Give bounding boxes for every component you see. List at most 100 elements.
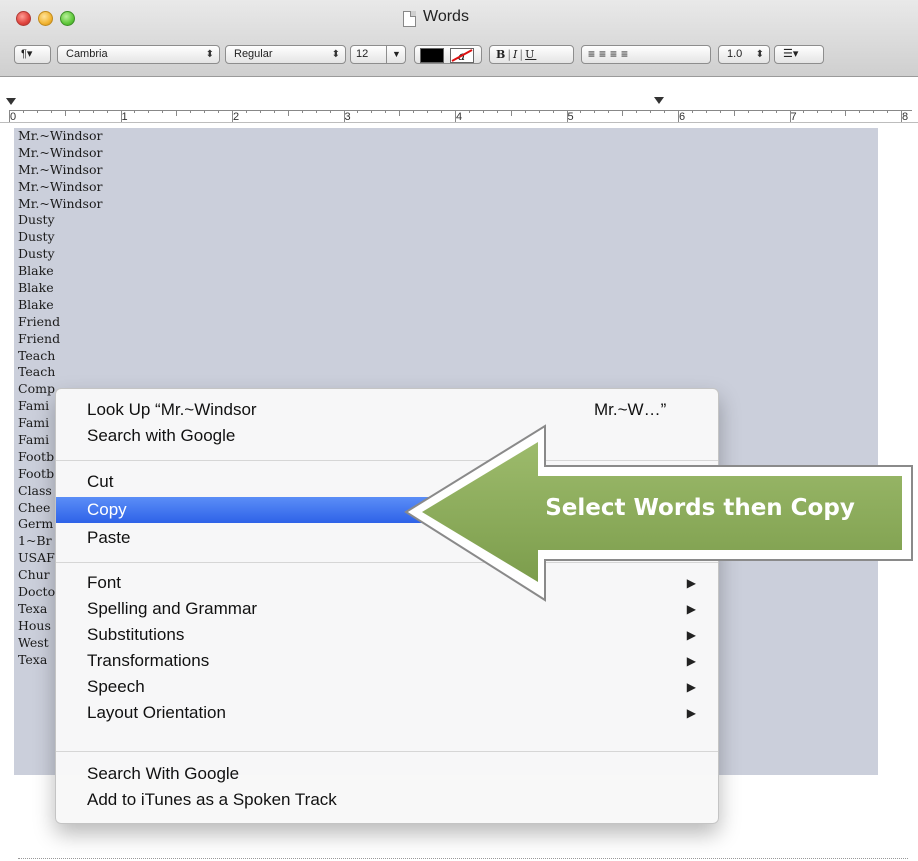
bold-button[interactable]: B	[496, 48, 507, 61]
ruler-minor-tick	[162, 110, 164, 113]
ruler-minor-tick	[719, 110, 721, 113]
ruler-number: 5	[567, 111, 574, 123]
ruler-minor-tick	[636, 110, 638, 113]
document-line: Friend	[18, 330, 61, 346]
submenu-arrow-icon: ▶	[686, 706, 696, 720]
ruler-number: 2	[233, 111, 240, 123]
underline-button[interactable]: U	[525, 48, 536, 61]
document-line: Teach	[18, 347, 56, 363]
ruler-minor-tick	[301, 110, 303, 113]
ruler-minor-tick	[496, 110, 498, 113]
speech-label: Speech	[87, 677, 145, 696]
minimize-window-button[interactable]	[38, 11, 53, 26]
submenu-arrow-icon: ▶	[686, 628, 696, 642]
ruler-minor-tick	[50, 110, 52, 113]
ruler-minor-tick	[831, 110, 833, 113]
line-spacing-label: 1.0	[727, 48, 743, 60]
ruler-minor-tick	[259, 110, 261, 113]
ruler-minor-tick	[887, 110, 889, 113]
search-with-google-label: Search with Google	[87, 426, 236, 445]
document-line: Dusty	[18, 246, 55, 262]
line-spacing-popup[interactable]: 1.0 ⬍	[718, 45, 770, 64]
right-indent-marker-icon[interactable]	[654, 97, 664, 104]
title-bar: Words ¶▾ Cambria ⬍ Regular ⬍ 12 ▼ B|I|U …	[0, 0, 918, 77]
font-size-value: 12	[356, 48, 369, 60]
ruler-number: 6	[679, 111, 686, 123]
ruler-minor-tick	[92, 110, 94, 113]
ruler-minor-tick	[510, 110, 512, 116]
ruler-minor-tick	[468, 110, 470, 113]
font-size-dropdown[interactable]: ▼	[386, 45, 406, 64]
ruler-minor-tick	[245, 110, 247, 113]
text-color-well[interactable]	[420, 48, 444, 63]
menu-item-speech[interactable]: Speech ▶	[56, 674, 718, 700]
font-style-label: Regular	[234, 48, 273, 60]
ruler[interactable]: 0 1 2 3 4 5 6 7 8	[0, 96, 918, 123]
ruler-major-tick	[343, 110, 345, 122]
submenu-arrow-icon: ▶	[686, 680, 696, 694]
app-window: Words ¶▾ Cambria ⬍ Regular ⬍ 12 ▼ B|I|U …	[0, 0, 918, 861]
ruler-minor-tick	[148, 110, 150, 113]
ruler-major-tick	[232, 110, 233, 122]
align-right-icon[interactable]: ≡	[610, 47, 621, 61]
document-line: Dusty	[18, 229, 55, 245]
document-line: Blake	[18, 263, 54, 279]
ruler-minor-tick	[608, 110, 610, 113]
document-line: Mr.~Windsor	[18, 178, 103, 194]
menu-item-search-with-google-2[interactable]: Search With Google	[56, 761, 718, 787]
ruler-minor-tick	[441, 110, 443, 113]
ruler-minor-tick	[204, 110, 206, 113]
paragraph-style-label: ¶▾	[21, 48, 33, 60]
layout-orientation-label: Layout Orientation	[87, 703, 226, 722]
font-family-popup[interactable]: Cambria ⬍	[57, 45, 220, 64]
ruler-major-tick	[9, 110, 10, 122]
highlight-color-well[interactable]: a	[450, 48, 474, 63]
ruler-minor-tick	[134, 110, 136, 113]
align-justify-icon[interactable]: ≡	[621, 47, 632, 61]
paragraph-style-popup[interactable]: ¶▾	[14, 45, 51, 64]
ruler-minor-tick	[36, 110, 38, 113]
copy-label: Copy	[87, 500, 127, 519]
ruler-minor-tick	[803, 110, 805, 113]
font-label: Font	[87, 573, 122, 592]
ruler-minor-tick	[594, 110, 596, 113]
document-line: Mr.~Windsor	[18, 161, 103, 177]
ruler-minor-tick	[873, 110, 875, 113]
ruler-number: 3	[344, 111, 351, 123]
ruler-number: 8	[902, 111, 909, 123]
ruler-minor-tick	[691, 110, 693, 113]
ruler-minor-tick	[524, 110, 526, 113]
popup-arrows-icon: ⬍	[331, 49, 340, 60]
ruler-minor-tick	[190, 110, 192, 113]
menu-item-add-to-itunes[interactable]: Add to iTunes as a Spoken Track	[56, 787, 718, 813]
document-line: Friend	[18, 313, 61, 329]
ruler-major-tick	[901, 110, 902, 122]
ruler-minor-tick	[845, 110, 847, 116]
font-style-popup[interactable]: Regular ⬍	[225, 45, 346, 64]
chevron-down-icon: ▼	[392, 49, 401, 59]
align-center-icon[interactable]: ≡	[599, 47, 610, 61]
menu-separator	[56, 751, 718, 752]
color-controls: a	[414, 45, 482, 64]
menu-item-layout-orientation[interactable]: Layout Orientation ▶	[56, 700, 718, 726]
text-style-segment: B|I|U	[489, 45, 574, 64]
document-line: Mr.~Windsor	[18, 144, 103, 160]
ruler-major-tick	[678, 110, 679, 122]
ruler-minor-tick	[747, 110, 749, 113]
window-title: Words	[423, 8, 469, 25]
align-left-icon[interactable]: ≡	[588, 47, 599, 61]
menu-item-transformations[interactable]: Transformations ▶	[56, 648, 718, 674]
ruler-minor-tick	[817, 110, 819, 113]
left-indent-marker-icon[interactable]	[6, 98, 16, 105]
menu-item-substitutions[interactable]: Substitutions ▶	[56, 622, 718, 648]
font-size-field[interactable]: 12	[350, 45, 387, 64]
close-window-button[interactable]	[16, 11, 31, 26]
ruler-number: 1	[121, 111, 128, 123]
zoom-window-button[interactable]	[60, 11, 75, 26]
ruler-major-tick	[789, 110, 791, 122]
list-style-popup[interactable]: ☰▾	[774, 45, 824, 64]
ruler-minor-tick	[78, 110, 80, 113]
ruler-minor-tick	[399, 110, 401, 116]
document-line: Blake	[18, 280, 54, 296]
ruler-minor-tick	[761, 110, 763, 113]
